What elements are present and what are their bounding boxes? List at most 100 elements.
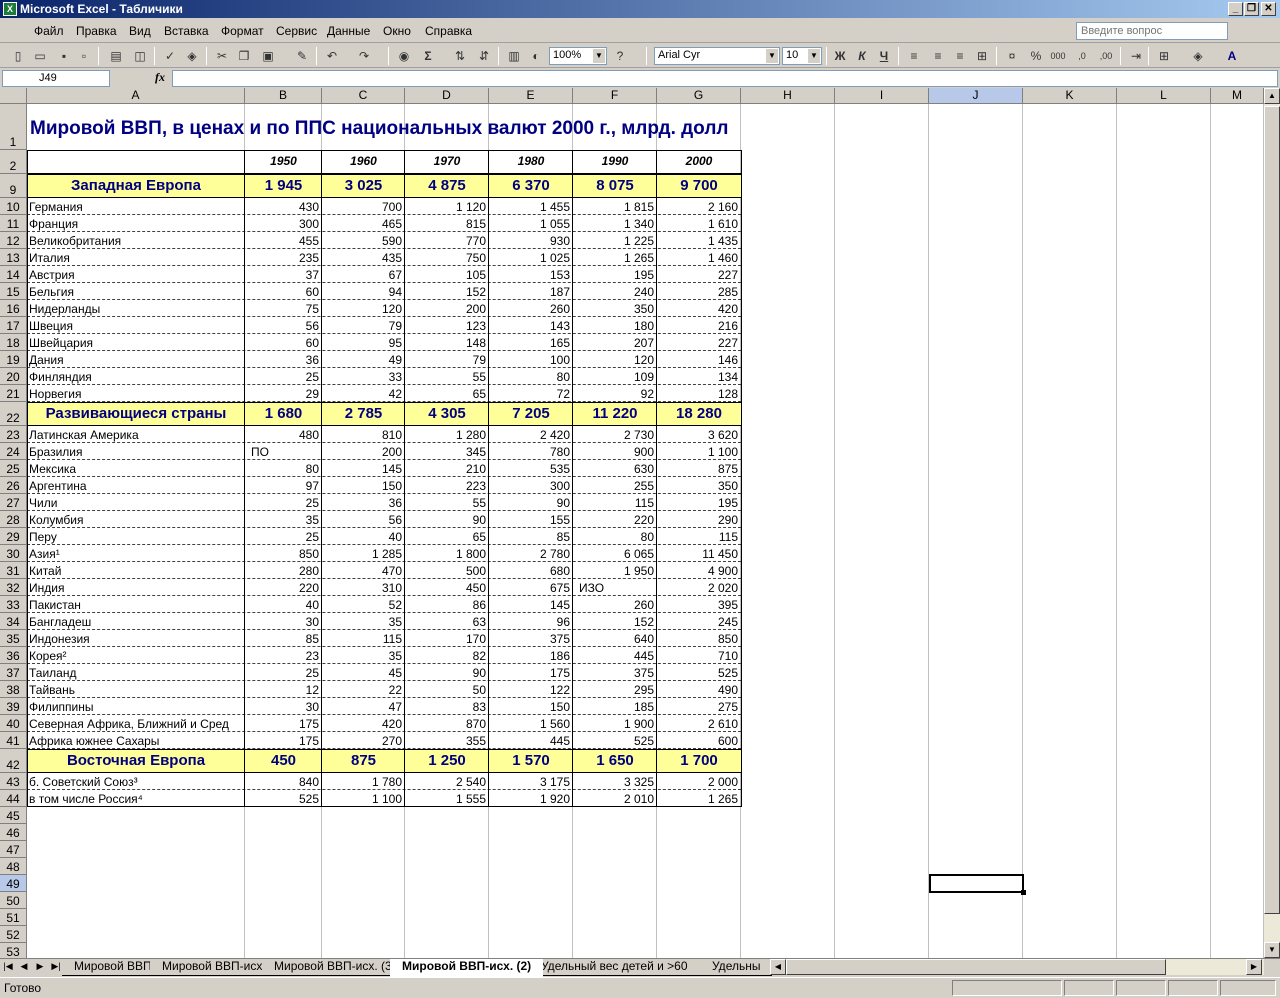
row-header-48[interactable]: 48	[0, 858, 27, 875]
row-header-27[interactable]: 27	[0, 494, 27, 511]
row-header-34[interactable]: 34	[0, 613, 27, 630]
prev-sheet-icon[interactable]: ◀	[18, 961, 30, 972]
row-header-41[interactable]: 41	[0, 732, 27, 749]
insert-function-icon[interactable]: fx	[155, 70, 165, 85]
row-header-15[interactable]: 15	[0, 283, 27, 300]
research-icon[interactable]: ◈	[184, 48, 200, 64]
row-header-36[interactable]: 36	[0, 647, 27, 664]
row-header-20[interactable]: 20	[0, 368, 27, 385]
row-header-12[interactable]: 12	[0, 232, 27, 249]
menu-3[interactable]: Вид	[129, 24, 151, 38]
row-header-18[interactable]: 18	[0, 334, 27, 351]
zoom-select[interactable]: 100% ▼	[549, 47, 607, 65]
row-header-23[interactable]: 23	[0, 426, 27, 443]
row-header-10[interactable]: 10	[0, 198, 27, 215]
percent-button[interactable]: %	[1028, 48, 1044, 64]
row-header-2[interactable]: 2	[0, 150, 27, 174]
thousands-button[interactable]: 000	[1048, 48, 1068, 64]
row-header-46[interactable]: 46	[0, 824, 27, 841]
column-header-g[interactable]: G	[657, 88, 741, 104]
row-header-28[interactable]: 28	[0, 511, 27, 528]
menu-9[interactable]: Справка	[425, 24, 472, 38]
scroll-down-button[interactable]: ▼	[1264, 942, 1280, 958]
paste-icon[interactable]: ▣	[260, 48, 276, 64]
new-icon[interactable]: ▯	[10, 48, 26, 64]
sheet-tab-2[interactable]: Мировой ВВП-исх.	[150, 959, 278, 976]
row-header-47[interactable]: 47	[0, 841, 27, 858]
sheet-tab-1[interactable]: Мировой ВВП	[62, 959, 164, 976]
name-box[interactable]: J49	[2, 70, 110, 87]
row-header-38[interactable]: 38	[0, 681, 27, 698]
italic-button[interactable]: К	[854, 48, 870, 64]
align-right-icon[interactable]: ≡	[952, 48, 968, 64]
vertical-scrollbar[interactable]: ▲ ▼	[1264, 88, 1280, 958]
row-header-21[interactable]: 21	[0, 385, 27, 402]
column-header-j[interactable]: J	[929, 88, 1023, 104]
column-header-e[interactable]: E	[489, 88, 573, 104]
row-header-44[interactable]: 44	[0, 790, 27, 807]
align-center-icon[interactable]: ≡	[930, 48, 946, 64]
row-header-9[interactable]: 9	[0, 174, 27, 198]
row-header-51[interactable]: 51	[0, 909, 27, 926]
first-sheet-icon[interactable]: |◀	[2, 961, 14, 972]
sheet-tab-5[interactable]: Удельный вес детей и >60	[529, 959, 700, 976]
row-header-29[interactable]: 29	[0, 528, 27, 545]
column-header-a[interactable]: A	[27, 88, 245, 104]
help-icon[interactable]: ?	[612, 48, 628, 64]
font-size-select[interactable]: 10 ▼	[782, 47, 822, 65]
align-left-icon[interactable]: ≡	[906, 48, 922, 64]
row-header-22[interactable]: 22	[0, 402, 27, 426]
scroll-left-button[interactable]: ◀	[770, 959, 786, 975]
menu-2[interactable]: Правка	[76, 24, 117, 38]
row-header-39[interactable]: 39	[0, 698, 27, 715]
row-header-24[interactable]: 24	[0, 443, 27, 460]
row-header-35[interactable]: 35	[0, 630, 27, 647]
row-header-49[interactable]: 49	[0, 875, 27, 892]
column-header-i[interactable]: I	[835, 88, 929, 104]
row-header-14[interactable]: 14	[0, 266, 27, 283]
menu-6[interactable]: Сервис	[276, 24, 317, 38]
formula-input[interactable]	[172, 70, 1278, 87]
column-header-c[interactable]: C	[322, 88, 405, 104]
horizontal-scrollbar[interactable]: ◀ ▶	[770, 959, 1264, 975]
fill-color-icon[interactable]: ◈	[1190, 48, 1206, 64]
column-header-b[interactable]: B	[245, 88, 322, 104]
sheet-tab-6[interactable]: Удельны	[700, 959, 773, 976]
redo-icon[interactable]: ↷	[356, 48, 372, 64]
row-header-42[interactable]: 42	[0, 749, 27, 773]
row-header-11[interactable]: 11	[0, 215, 27, 232]
row-header-19[interactable]: 19	[0, 351, 27, 368]
menu-4[interactable]: Вставка	[164, 24, 209, 38]
hyperlink-icon[interactable]: ◉	[396, 48, 412, 64]
row-header-52[interactable]: 52	[0, 926, 27, 943]
sort-ascending-icon[interactable]: ⇅	[452, 48, 468, 64]
close-button[interactable]: ✕	[1261, 2, 1276, 16]
row-header-33[interactable]: 33	[0, 596, 27, 613]
h-scroll-thumb[interactable]	[786, 959, 1166, 975]
row-header-1[interactable]: 1	[0, 104, 27, 150]
row-header-50[interactable]: 50	[0, 892, 27, 909]
format-painter-icon[interactable]: ✎	[294, 48, 310, 64]
sheet-tab-3[interactable]: Мировой ВВП-исх. (3)	[262, 959, 408, 976]
column-header-l[interactable]: L	[1117, 88, 1211, 104]
row-header-16[interactable]: 16	[0, 300, 27, 317]
merge-center-icon[interactable]: ⊞	[974, 48, 990, 64]
restore-button[interactable]: ❐	[1244, 2, 1259, 16]
print-preview-icon[interactable]: ◫	[132, 48, 148, 64]
row-header-43[interactable]: 43	[0, 773, 27, 790]
spelling-icon[interactable]: ✓	[162, 48, 178, 64]
row-header-45[interactable]: 45	[0, 807, 27, 824]
select-all-corner[interactable]	[0, 88, 27, 104]
fill-handle[interactable]	[1021, 890, 1026, 895]
row-header-26[interactable]: 26	[0, 477, 27, 494]
column-header-d[interactable]: D	[405, 88, 489, 104]
decrease-decimal-button[interactable]: ,00	[1096, 48, 1116, 64]
column-header-k[interactable]: K	[1023, 88, 1117, 104]
print-icon[interactable]: ▤	[108, 48, 124, 64]
scroll-thumb[interactable]	[1264, 106, 1280, 914]
undo-icon[interactable]: ↶	[324, 48, 340, 64]
indent-icon[interactable]: ⇥	[1128, 48, 1144, 64]
column-header-m[interactable]: M	[1211, 88, 1264, 104]
increase-decimal-button[interactable]: ,0	[1072, 48, 1092, 64]
underline-button[interactable]: Ч	[876, 48, 892, 64]
